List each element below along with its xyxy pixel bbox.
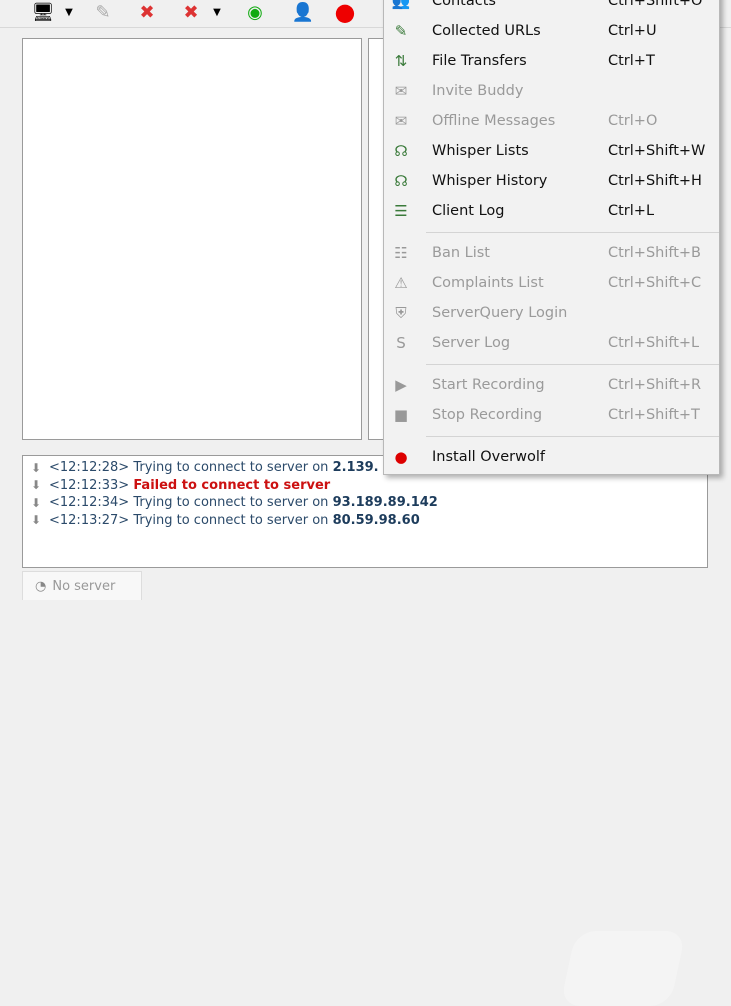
tab-no-server[interactable]: ◔ No server	[22, 571, 142, 600]
menu-item-label: Ban List	[432, 245, 490, 261]
menu-item-label: ServerQuery Login	[432, 305, 568, 321]
menu-item-shortcut: Ctrl+O	[608, 113, 658, 129]
channel-tree[interactable]	[22, 38, 362, 440]
file-transfers-icon: ⇅	[394, 52, 408, 70]
menu-item-label: Install Overwolf	[432, 449, 545, 465]
stop-recording-icon: ■	[393, 406, 409, 424]
menu-item-label: Stop Recording	[432, 407, 543, 423]
log-line: ⬇ <12:13:27> Trying to connect to server …	[31, 512, 707, 530]
log-error: Failed to connect to server	[133, 477, 331, 493]
overwolf-icon[interactable]: ●	[332, 0, 358, 26]
menu-item-install-overwolf[interactable]: ● Install Overwolf	[384, 442, 719, 472]
arrow-down-icon: ⬇	[31, 495, 42, 510]
menu-item-client-log[interactable]: ☰ Client Log Ctrl+L	[384, 196, 719, 226]
chevron-down-icon[interactable]: ▼	[62, 0, 76, 24]
serverquery-login-icon: ⛨	[395, 304, 407, 322]
offline-messages-icon: ✉	[394, 112, 408, 130]
menu-item-label: File Transfers	[432, 53, 527, 69]
log-time: <12:12:34>	[49, 495, 130, 511]
server-log-icon: S	[396, 334, 406, 352]
tools-menu: 👥 Contacts Ctrl+Shift+O ✎ Collected URLs Ctrl…	[383, 0, 720, 475]
menu-item-label: Invite Buddy	[432, 83, 524, 99]
menu-item-label: Contacts	[432, 0, 496, 9]
disconnect-icon[interactable]: ✖	[134, 0, 160, 24]
menu-item-shortcut: Ctrl+Shift+O	[608, 0, 703, 9]
menu-item-file-transfers[interactable]: ⇅ File Transfers Ctrl+T	[384, 46, 719, 76]
identity-icon[interactable]: 👤	[290, 0, 316, 24]
install-overwolf-icon: ●	[394, 448, 408, 466]
collected-urls-icon: ✎	[394, 22, 408, 40]
menu-item-ban-list[interactable]: ☷ Ban List Ctrl+Shift+B	[384, 238, 719, 268]
menu-item-label: Whisper Lists	[432, 143, 529, 159]
arrow-down-icon: ⬇	[31, 478, 42, 493]
complaints-list-icon: ⚠	[394, 274, 408, 292]
menu-item-shortcut: Ctrl+Shift+B	[608, 245, 702, 261]
chevron-down-icon[interactable]: ▼	[210, 0, 224, 24]
menu-separator	[426, 364, 719, 365]
disconnect-all-icon[interactable]: ✖	[178, 0, 204, 24]
client-log-icon: ☰	[394, 202, 408, 220]
bookmark-icon[interactable]: ✎	[90, 0, 116, 24]
contacts-icon: 👥	[391, 0, 411, 10]
menu-item-invite-buddy[interactable]: ✉ Invite Buddy	[384, 76, 719, 106]
log-ip: 2.139.	[332, 460, 379, 476]
start-recording-icon: ▶	[395, 376, 407, 394]
menu-separator	[426, 232, 719, 233]
menu-item-label: Whisper History	[432, 173, 548, 189]
menu-item-start-recording[interactable]: ▶ Start Recording Ctrl+Shift+R	[384, 370, 719, 400]
log-time: <12:13:27>	[49, 512, 130, 528]
menu-item-contacts[interactable]: 👥 Contacts Ctrl+Shift+O	[384, 0, 719, 16]
menu-separator	[426, 436, 719, 437]
menu-item-stop-recording[interactable]: ■ Stop Recording Ctrl+Shift+T	[384, 400, 719, 430]
menu-item-offline-messages[interactable]: ✉ Offline Messages Ctrl+O	[384, 106, 719, 136]
menu-item-whisper-lists[interactable]: ☊ Whisper Lists Ctrl+Shift+W	[384, 136, 719, 166]
log-text: Trying to connect to server on	[133, 460, 329, 476]
log-ip: 93.189.89.142	[332, 495, 438, 511]
menu-item-shortcut: Ctrl+Shift+R	[608, 377, 702, 393]
log-line: ⬇ <12:12:33> Failed to connect to server	[31, 477, 707, 495]
log-time: <12:12:28>	[49, 460, 130, 476]
menu-item-label: Server Log	[432, 335, 511, 351]
ban-list-icon: ☷	[394, 244, 408, 262]
whisper-lists-icon: ☊	[394, 142, 408, 160]
menu-item-server-log[interactable]: S Server Log Ctrl+Shift+L	[384, 328, 719, 358]
log-text: Trying to connect to server on	[133, 512, 329, 528]
server-icon: ◔	[35, 578, 47, 594]
menu-item-shortcut: Ctrl+Shift+W	[608, 143, 706, 159]
arrow-down-icon: ⬇	[31, 513, 42, 528]
menu-item-complaints-list[interactable]: ⚠ Complaints List Ctrl+Shift+C	[384, 268, 719, 298]
menu-item-label: Complaints List	[432, 275, 544, 291]
menu-item-shortcut: Ctrl+Shift+T	[608, 407, 700, 423]
arrow-down-icon: ⬇	[31, 460, 42, 475]
menu-item-whisper-history[interactable]: ☊ Whisper History Ctrl+Shift+H	[384, 166, 719, 196]
menu-item-shortcut: Ctrl+Shift+H	[608, 173, 702, 189]
log-line: ⬇ <12:12:34> Trying to connect to server …	[31, 494, 707, 512]
menu-item-shortcut: Ctrl+T	[608, 53, 655, 69]
menu-item-shortcut: Ctrl+L	[608, 203, 655, 219]
log-text: Trying to connect to server on	[133, 495, 329, 511]
teamspeak-watermark	[560, 931, 686, 1006]
log-time: <12:12:33>	[49, 477, 130, 493]
connect-icon[interactable]: 🖥	[30, 0, 56, 24]
log-ip: 80.59.98.60	[332, 512, 420, 528]
tab-label: No server	[52, 578, 116, 594]
menu-item-label: Start Recording	[432, 377, 545, 393]
invite-buddy-icon: ✉	[394, 82, 408, 100]
menu-item-label: Collected URLs	[432, 23, 541, 39]
menu-item-label: Client Log	[432, 203, 505, 219]
away-eye-icon[interactable]: ◉	[242, 0, 268, 24]
menu-item-label: Offline Messages	[432, 113, 556, 129]
menu-item-shortcut: Ctrl+Shift+C	[608, 275, 702, 291]
menu-item-serverquery-login[interactable]: ⛨ ServerQuery Login	[384, 298, 719, 328]
menu-item-shortcut: Ctrl+Shift+L	[608, 335, 700, 351]
whisper-history-icon: ☊	[394, 172, 408, 190]
menu-item-shortcut: Ctrl+U	[608, 23, 657, 39]
menu-item-collected-urls[interactable]: ✎ Collected URLs Ctrl+U	[384, 16, 719, 46]
